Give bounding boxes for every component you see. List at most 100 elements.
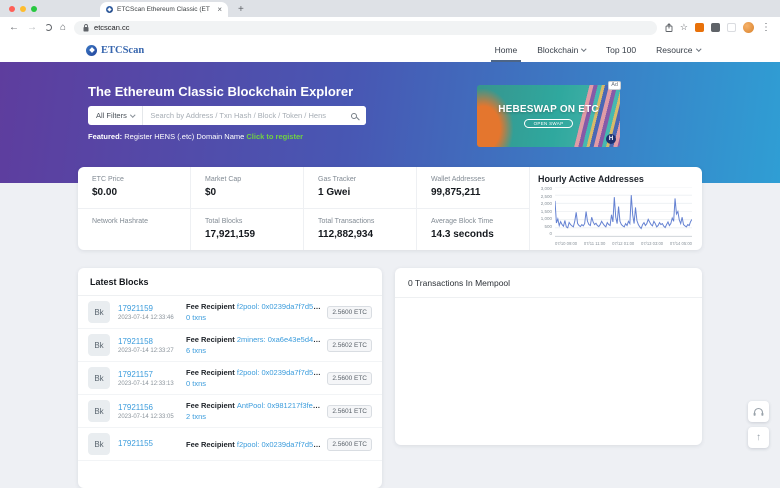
ad-banner-wrap: Ad HEBESWAP ON ETC OPEN SWAP H bbox=[477, 85, 620, 147]
block-icon: Bk bbox=[88, 334, 110, 356]
block-icon: Bk bbox=[88, 367, 110, 389]
close-tab-icon[interactable]: × bbox=[217, 6, 222, 14]
ad-title: HEBESWAP ON ETC bbox=[498, 104, 599, 115]
new-tab-button[interactable]: + bbox=[238, 4, 244, 17]
reload-icon[interactable] bbox=[45, 24, 52, 31]
forward-icon[interactable]: → bbox=[27, 23, 37, 33]
y-tick-label: 2,000 bbox=[541, 202, 552, 207]
block-icon: Bk bbox=[88, 433, 110, 455]
block-number-link[interactable]: 17921157 bbox=[118, 370, 182, 379]
block-timestamp: 2023-07-14 12:33:46 bbox=[118, 315, 182, 321]
stat-value: 99,875,211 bbox=[431, 187, 525, 198]
etcscan-logo-icon bbox=[86, 45, 97, 56]
fee-recipient-link[interactable]: 2miners: 0xa6e43e5d497ce... bbox=[237, 335, 321, 344]
all-filters-dropdown[interactable]: All Filters bbox=[88, 106, 143, 125]
fee-recipient-link[interactable]: f2pool: 0x0239da7f7d5af4c... bbox=[237, 440, 321, 449]
bookmark-star-icon[interactable]: ☆ bbox=[680, 22, 688, 33]
profile-avatar[interactable] bbox=[743, 22, 754, 33]
hourly-active-addresses-chart: Hourly Active Addresses 3,0002,5002,0001… bbox=[530, 167, 702, 250]
block-number-link[interactable]: 17921156 bbox=[118, 403, 182, 412]
block-row: Bk 17921159 2023-07-14 12:33:46 Fee Reci… bbox=[78, 296, 382, 329]
block-timestamp: 2023-07-14 12:33:05 bbox=[118, 414, 182, 420]
block-number-link[interactable]: 17921155 bbox=[118, 439, 182, 448]
url-bar[interactable]: etcscan.cc bbox=[74, 21, 657, 35]
chart-plot-area bbox=[555, 187, 692, 237]
minimize-window-button[interactable] bbox=[20, 6, 26, 12]
fee-recipient-label: Fee Recipient bbox=[186, 440, 237, 449]
home-icon[interactable]: ⌂ bbox=[60, 23, 66, 33]
etcscan-logo[interactable]: ETCScan bbox=[86, 38, 144, 62]
chart-x-axis: 07/10 09:0007/11 11:0007/12 01:0007/13 0… bbox=[555, 237, 692, 246]
fee-recipient-label: Fee Recipient bbox=[186, 368, 237, 377]
x-tick-label: 07/10 09:00 bbox=[555, 242, 577, 246]
nav-item-top-100[interactable]: Top 100 bbox=[606, 38, 636, 62]
browser-tab[interactable]: ETCScan Ethereum Classic (ET × bbox=[100, 2, 228, 17]
y-tick-label: 500 bbox=[544, 225, 552, 230]
fee-recipient-label: Fee Recipient bbox=[186, 401, 237, 410]
back-icon[interactable]: ← bbox=[9, 23, 19, 33]
stat-value: 112,882,934 bbox=[318, 229, 412, 240]
headset-icon bbox=[753, 407, 764, 417]
x-tick-label: 07/12 01:00 bbox=[612, 242, 634, 246]
block-number-link[interactable]: 17921158 bbox=[118, 337, 182, 346]
block-txns-link[interactable]: 2 txns bbox=[186, 412, 321, 421]
featured-register-link[interactable]: Click to register bbox=[246, 132, 303, 141]
hero-section: The Ethereum Classic Blockchain Explorer… bbox=[0, 62, 780, 183]
stat-value: $0.00 bbox=[92, 187, 186, 198]
stat-label: Total Blocks bbox=[205, 218, 299, 225]
mempool-panel: 0 Transactions In Mempool bbox=[395, 268, 702, 445]
block-reward-badge: 2.5600 ETC bbox=[327, 438, 372, 451]
block-row: Bk 17921157 2023-07-14 12:33:13 Fee Reci… bbox=[78, 362, 382, 395]
hebeswap-ad-banner[interactable]: HEBESWAP ON ETC OPEN SWAP H bbox=[477, 85, 620, 147]
fee-recipient-link[interactable]: AntPool: 0x981217f3fec2cd... bbox=[237, 401, 321, 410]
chart-y-axis: 3,0002,5002,0001,5001,0005000 bbox=[538, 187, 555, 246]
ad-badge: Ad bbox=[608, 81, 621, 90]
chart-title: Hourly Active Addresses bbox=[538, 174, 692, 184]
main-nav: Home Blockchain Top 100 Resource bbox=[495, 38, 700, 62]
block-txns-link[interactable]: 0 txns bbox=[186, 313, 321, 322]
browser-tab-strip: ETCScan Ethereum Classic (ET × + bbox=[0, 0, 780, 17]
page-title: The Ethereum Classic Blockchain Explorer bbox=[88, 84, 353, 99]
open-swap-button[interactable]: OPEN SWAP bbox=[524, 119, 574, 128]
maximize-window-button[interactable] bbox=[31, 6, 37, 12]
back-to-top-button[interactable]: ↑ bbox=[748, 427, 769, 448]
block-txns-link[interactable]: 0 txns bbox=[186, 379, 321, 388]
nav-item-home[interactable]: Home bbox=[495, 38, 518, 62]
search-button[interactable] bbox=[342, 106, 366, 125]
up-arrow-icon: ↑ bbox=[756, 432, 761, 443]
stat-cell: ETC Price $0.00 bbox=[78, 167, 191, 209]
block-row: Bk 17921158 2023-07-14 12:33:27 Fee Reci… bbox=[78, 329, 382, 362]
etcscan-logo-text: ETCScan bbox=[101, 45, 144, 56]
stat-cell: Wallet Addresses 99,875,211 bbox=[417, 167, 530, 209]
share-icon[interactable] bbox=[665, 23, 673, 32]
stat-label: Market Cap bbox=[205, 176, 299, 183]
site-favicon bbox=[106, 6, 113, 13]
x-tick-label: 07/14 05:00 bbox=[670, 242, 692, 246]
support-button[interactable] bbox=[748, 401, 769, 422]
stat-cell: Gas Tracker 1 Gwei bbox=[304, 167, 417, 209]
stat-label: Wallet Addresses bbox=[431, 176, 525, 183]
search-input[interactable] bbox=[143, 111, 342, 120]
chrome-menu-icon[interactable]: ⋮ bbox=[761, 23, 771, 33]
fee-recipient-link[interactable]: f2pool: 0x0239da7f7d5af4c... bbox=[237, 302, 321, 311]
hebeswap-logo: H bbox=[606, 134, 616, 144]
fee-recipient-link[interactable]: f2pool: 0x0239da7f7d5af4c... bbox=[237, 368, 321, 377]
fee-recipient-label: Fee Recipient bbox=[186, 302, 237, 311]
close-window-button[interactable] bbox=[9, 6, 15, 12]
nav-item-label: Blockchain bbox=[537, 45, 578, 55]
stat-cell: Network Hashrate bbox=[78, 209, 191, 251]
search-icon bbox=[351, 113, 357, 119]
nav-item-blockchain[interactable]: Blockchain bbox=[537, 38, 586, 62]
extension-icon[interactable] bbox=[695, 23, 704, 32]
window-controls[interactable] bbox=[9, 6, 37, 12]
chevron-down-icon bbox=[696, 47, 701, 52]
y-tick-label: 0 bbox=[549, 232, 552, 237]
block-number-link[interactable]: 17921159 bbox=[118, 304, 182, 313]
block-txns-link[interactable]: 6 txns bbox=[186, 346, 321, 355]
nav-item-resource[interactable]: Resource bbox=[656, 38, 700, 62]
stat-label: Total Transactions bbox=[318, 218, 412, 225]
sidebar-icon[interactable] bbox=[727, 23, 736, 32]
fee-recipient-label: Fee Recipient bbox=[186, 335, 237, 344]
extensions-puzzle-icon[interactable] bbox=[711, 23, 720, 32]
block-reward-badge: 2.5602 ETC bbox=[327, 339, 372, 352]
